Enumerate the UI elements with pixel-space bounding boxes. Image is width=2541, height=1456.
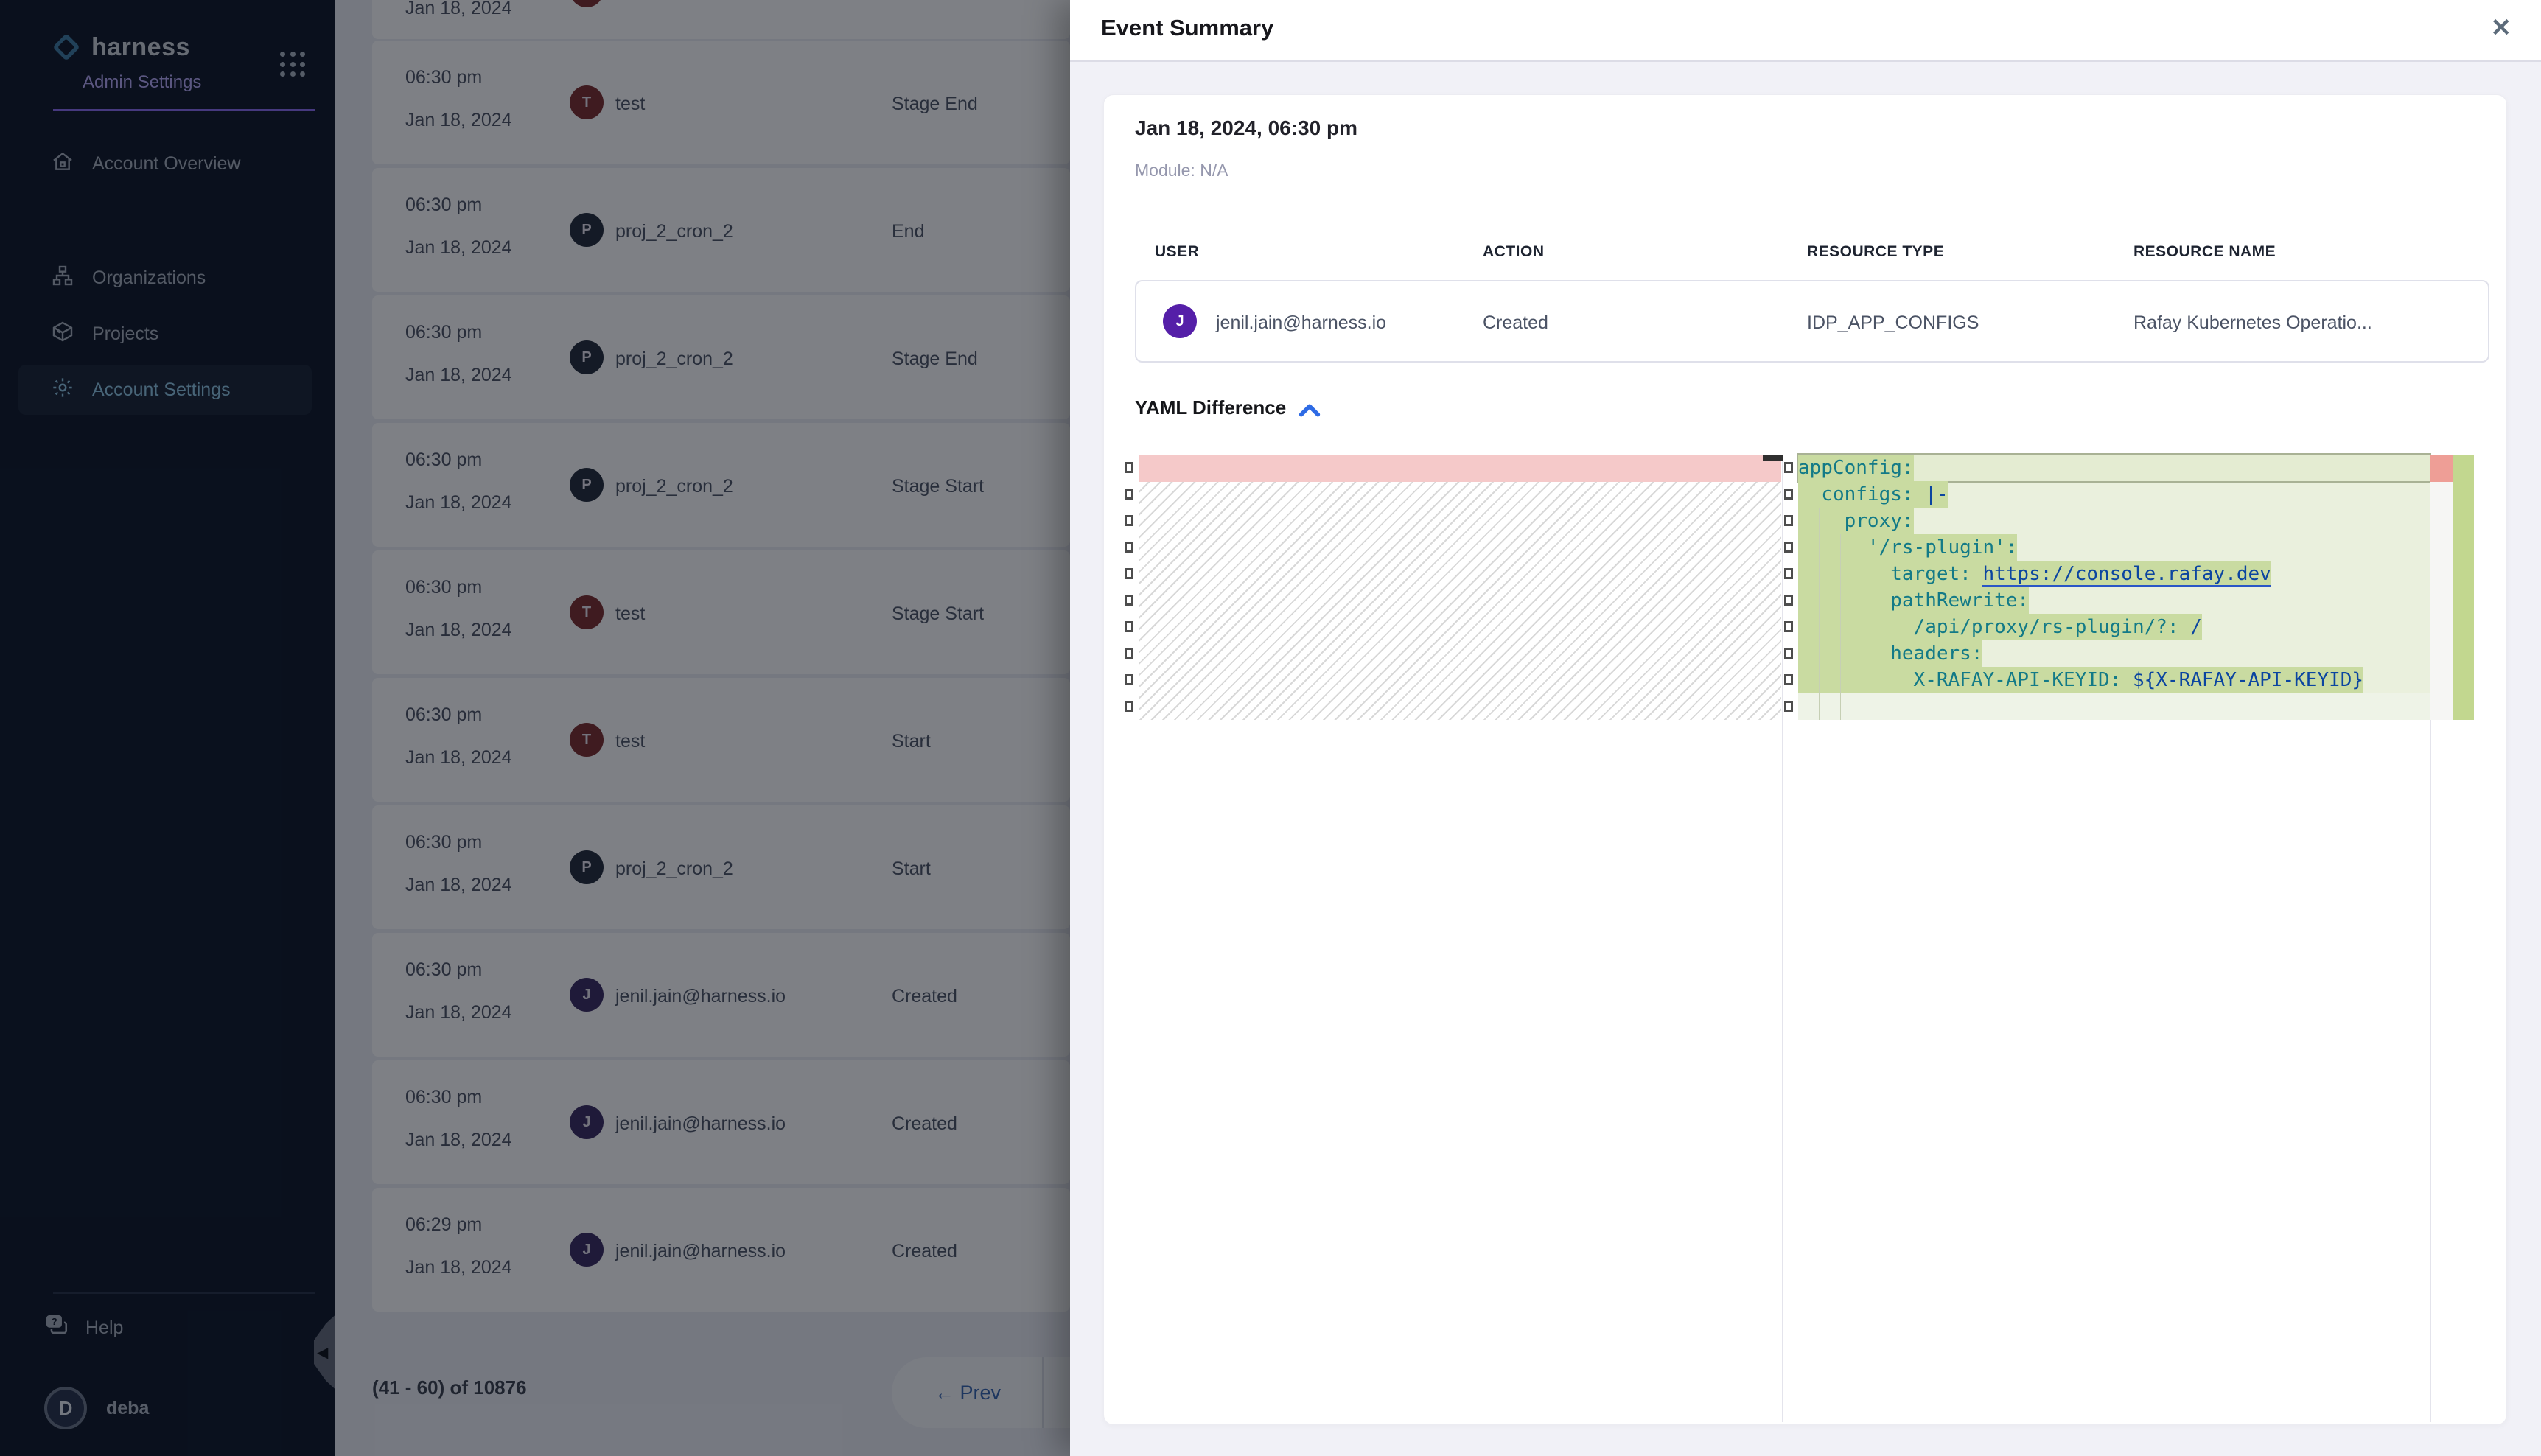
diff-empty-hatch — [1139, 482, 1781, 720]
yaml-value: ${X-RAFAY-API-KEYID} — [2133, 669, 2363, 691]
app-root: harness Admin Settings Account OverviewO… — [0, 0, 2541, 1456]
diff-sash-handle[interactable] — [1763, 455, 1783, 461]
diff-gutter-marker — [1125, 674, 1133, 685]
diff-gutter-marker — [1125, 648, 1133, 659]
yaml-key: headers: — [1890, 643, 1982, 665]
diff-gutter-marker — [1784, 621, 1793, 632]
diff-gutter-marker — [1125, 621, 1133, 632]
col-resource-name: RESOURCE NAME — [2133, 243, 2276, 261]
diff-gutter-marker — [1784, 674, 1793, 685]
diff-gutter-marker — [1784, 542, 1793, 553]
diff-gutter-marker — [1784, 648, 1793, 659]
diff-gutter-marker — [1784, 462, 1793, 473]
overview-ruler-insertion-marker — [2453, 455, 2474, 720]
yaml-line: appConfig: — [1798, 455, 2430, 481]
yaml-line: target: https://console.rafay.dev — [1798, 561, 2430, 587]
diff-gutter-marker — [1125, 515, 1133, 526]
diff-gutter-marker — [1784, 568, 1793, 579]
yaml-key: appConfig: — [1798, 457, 1914, 479]
col-user: USER — [1155, 243, 1199, 261]
diff-gutter-marker — [1784, 595, 1793, 606]
diff-gutter-marker — [1125, 542, 1133, 553]
overview-ruler[interactable] — [2430, 455, 2453, 720]
yaml-value: |- — [1925, 483, 1948, 505]
event-user-avatar: J — [1163, 304, 1197, 338]
yaml-line: /api/proxy/rs-plugin/?: / — [1798, 614, 2430, 640]
event-resource-name: Rafay Kubernetes Operatio... — [2133, 312, 2372, 334]
diff-trailing-line — [1798, 693, 2430, 720]
yaml-line: headers: — [1798, 640, 2430, 667]
col-action: ACTION — [1483, 243, 1545, 261]
close-icon[interactable]: ✕ — [2491, 13, 2512, 43]
diff-gutter-marker — [1125, 568, 1133, 579]
yaml-line: '/rs-plugin': — [1798, 534, 2430, 561]
event-summary-drawer: Event Summary ✕ Jan 18, 2024, 06:30 pm M… — [1070, 0, 2541, 1456]
event-module: Module: N/A — [1135, 161, 1228, 181]
yaml-key: target: — [1890, 563, 1971, 585]
diff-gutter-marker — [1784, 701, 1793, 712]
diff-gutter-marker — [1125, 701, 1133, 712]
yaml-key: '/rs-plugin': — [1867, 536, 2018, 559]
yaml-key: /api/proxy/rs-plugin/?: — [1914, 616, 2179, 638]
event-user: jenil.jain@harness.io — [1216, 312, 1386, 334]
yaml-link[interactable]: https://console.rafay.dev — [1982, 563, 2271, 587]
yaml-key: X-RAFAY-API-KEYID: — [1914, 669, 2122, 691]
yaml-key: configs: — [1821, 483, 1913, 505]
indent-guide — [1819, 508, 1820, 720]
diff-gutter-marker — [1784, 515, 1793, 526]
chevron-up-icon[interactable] — [1297, 401, 1322, 424]
diff-modified-pane: appConfig: configs: |- proxy: '/rs-plugi… — [1798, 455, 2430, 720]
diff-gutter-marker — [1125, 489, 1133, 500]
yaml-line: proxy: — [1798, 508, 2430, 534]
event-action: Created — [1483, 312, 1548, 334]
yaml-line: pathRewrite: — [1798, 587, 2430, 614]
overview-ruler-deletion-marker — [2430, 455, 2453, 482]
modal-backdrop[interactable] — [0, 0, 1070, 1456]
drawer-header: Event Summary ✕ — [1070, 0, 2541, 62]
diff-gutter-marker — [1125, 462, 1133, 473]
yaml-value: / — [2190, 616, 2202, 638]
yaml-line: X-RAFAY-API-KEYID: ${X-RAFAY-API-KEYID} — [1798, 667, 2430, 693]
diff-original-pane — [1139, 455, 1781, 720]
diff-pane-separator[interactable] — [1782, 455, 1783, 1422]
diff-gutter-marker — [1125, 595, 1133, 606]
diff-gutter-marker — [1784, 489, 1793, 500]
yaml-line: configs: |- — [1798, 481, 2430, 508]
event-resource-type: IDP_APP_CONFIGS — [1807, 312, 1979, 334]
drawer-title: Event Summary — [1101, 15, 1273, 41]
event-datetime: Jan 18, 2024, 06:30 pm — [1135, 116, 1357, 140]
yaml-key: proxy: — [1845, 510, 1914, 532]
yaml-key: pathRewrite: — [1890, 589, 2029, 612]
diff-deleted-line — [1139, 455, 1781, 482]
col-resource-type: RESOURCE TYPE — [1807, 243, 1944, 261]
indent-guide — [1840, 534, 1841, 720]
yaml-difference-label: YAML Difference — [1135, 396, 1286, 419]
